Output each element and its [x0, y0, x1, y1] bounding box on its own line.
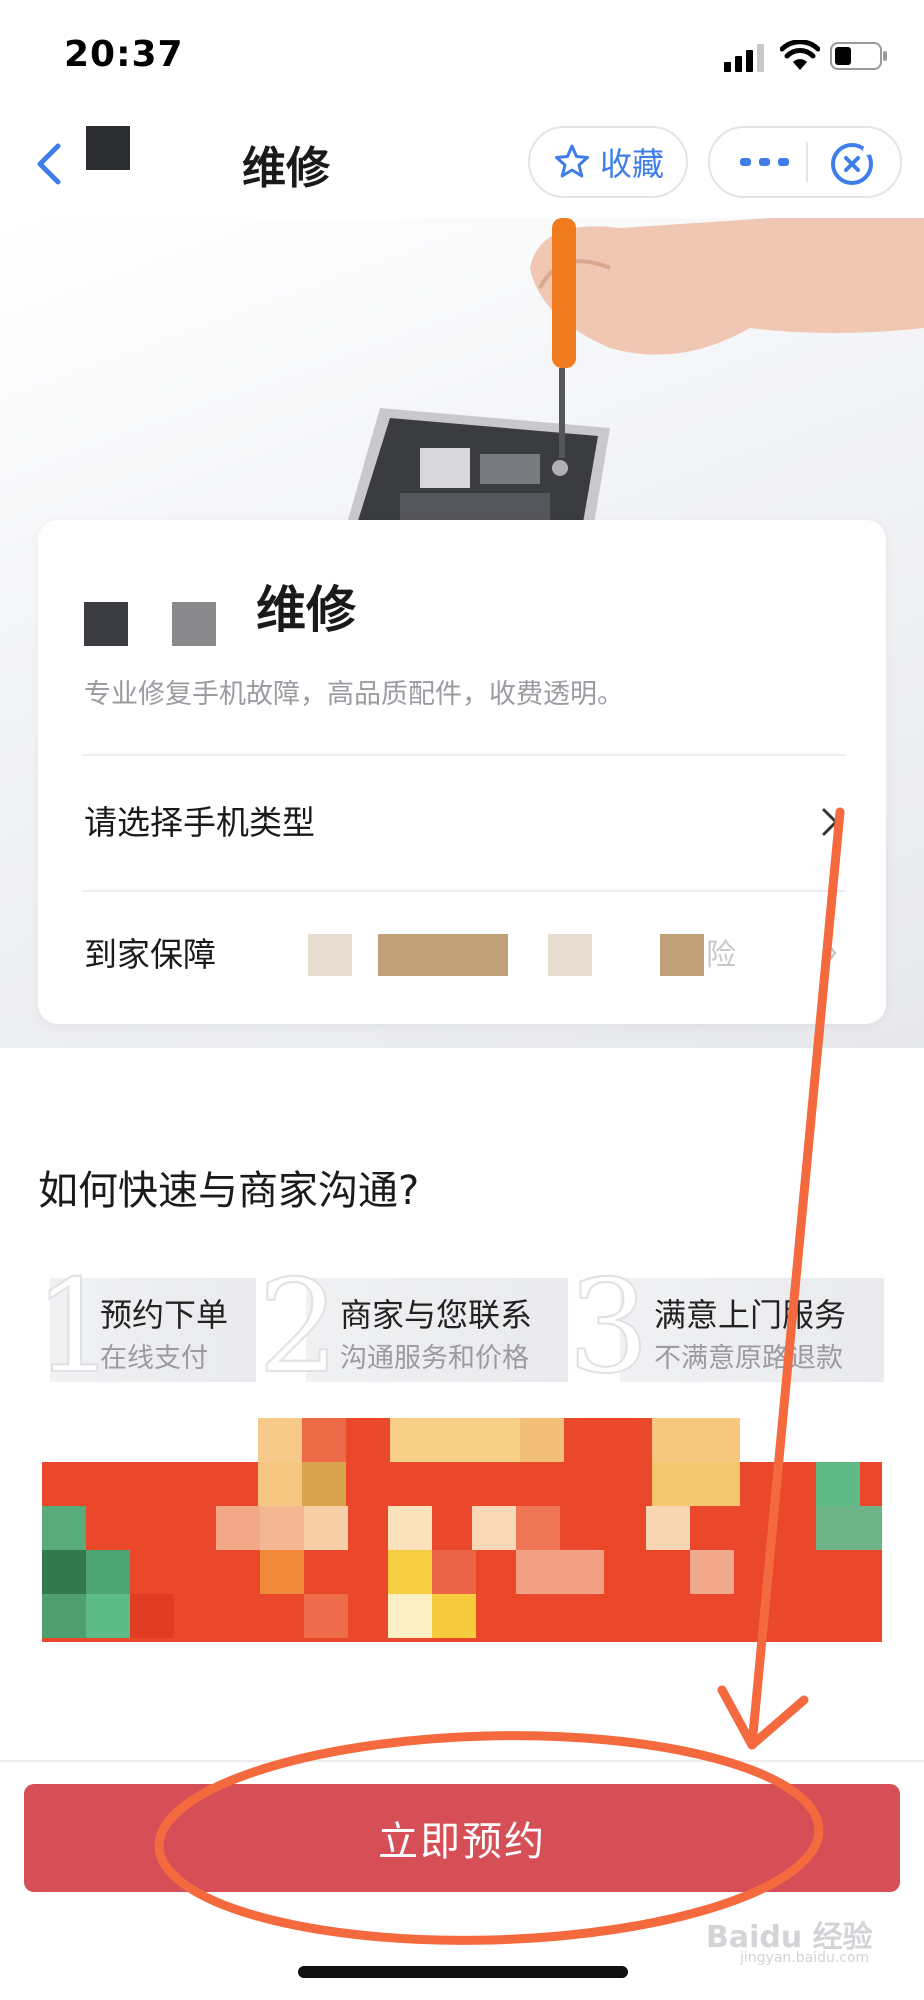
- annotation-arrow: [717, 807, 845, 1750]
- annotation-overlay: [154, 807, 845, 1945]
- annotation-ellipse: [154, 1731, 824, 1945]
